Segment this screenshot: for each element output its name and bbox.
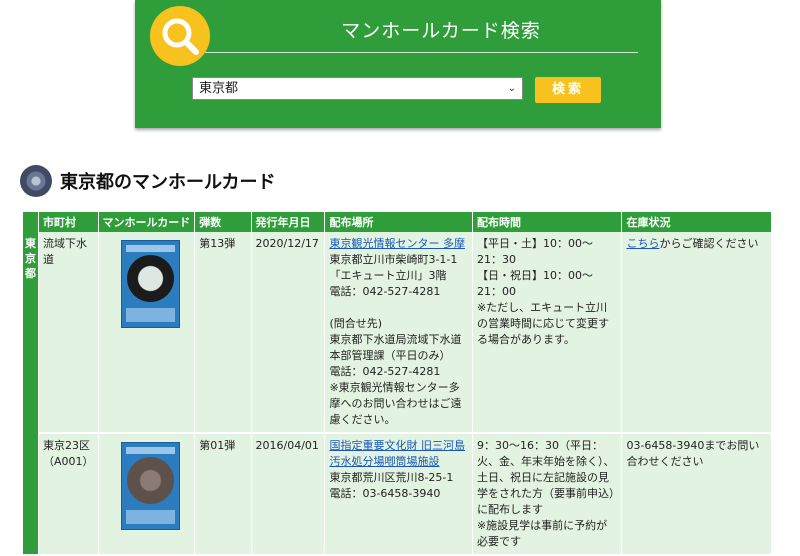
card-image[interactable] — [120, 240, 180, 328]
table-row: 東京23区 （A001） 第01弾 2016/04/01 国指定重要文化財 旧三… — [23, 433, 772, 556]
col-header-stock: 在庫状況 — [621, 212, 772, 232]
place-address: 東京都立川市柴崎町3-1-1 — [329, 253, 458, 266]
contact-label: (問合せ先) — [329, 317, 383, 330]
table-header-row: 市町村 マンホールカード 弾数 発行年月日 配布場所 配布時間 在庫状況 — [23, 212, 772, 232]
divider — [205, 52, 638, 53]
prefecture-cell: 東京都 — [23, 232, 39, 556]
stock-text: からご確認ください — [659, 237, 759, 250]
search-panel: マンホールカード検索 東京都 ⌄ 検索 — [135, 0, 661, 128]
card-image[interactable] — [120, 442, 180, 530]
manhole-card-table: 市町村 マンホールカード 弾数 発行年月日 配布場所 配布時間 在庫状況 東京都… — [23, 212, 772, 556]
issue-cell: 第01弾 — [194, 433, 252, 556]
chevron-down-icon: ⌄ — [507, 83, 516, 94]
contact-phone: 電話：042-527-4281 — [329, 365, 441, 378]
time-cell: 【平日・土】10：00～21：30 【日・祝日】10：00～21：00 ※ただし… — [472, 232, 623, 434]
col-header-card: マンホールカード — [98, 212, 196, 232]
place-building: 「エキュート立川」3階 — [329, 269, 447, 282]
place-address: 東京都荒川区荒川8-25-1 — [329, 471, 454, 484]
contact-dept: 東京都下水道局流域下水道本部管理課（平日のみ） — [329, 333, 462, 362]
col-header-time: 配布時間 — [472, 212, 623, 232]
stock-cell: こちらからご確認ください — [621, 232, 772, 434]
manhole-icon — [20, 165, 52, 197]
magnifier-icon — [150, 6, 210, 66]
stock-link[interactable]: こちら — [626, 237, 659, 250]
col-header-city: 市町村 — [38, 212, 99, 232]
place-phone: 電話：042-527-4281 — [329, 285, 441, 298]
card-cell — [98, 232, 196, 434]
place-phone: 電話：03-6458-3940 — [329, 487, 441, 500]
place-link[interactable]: 東京観光情報センター 多摩 — [329, 237, 465, 250]
prefecture-select-value: 東京都 — [199, 81, 239, 96]
contact-note: ※東京観光情報センター多摩へのお問い合わせはご遠慮ください。 — [329, 381, 462, 426]
place-cell: 東京観光情報センター 多摩 東京都立川市柴崎町3-1-1 「エキュート立川」3階… — [324, 232, 473, 434]
time-cell: 9：30～16：30（平日：火、金、年末年始を除く）、土日、祝日に左記施設の見学… — [472, 433, 623, 556]
search-button[interactable]: 検索 — [535, 77, 601, 103]
prefecture-select[interactable]: 東京都 ⌄ — [192, 77, 523, 100]
stock-cell: 03-6458-3940までお問い合わせください — [621, 433, 772, 556]
stock-text: 03-6458-3940までお問い合わせください — [626, 439, 760, 468]
city-cell: 東京23区 （A001） — [38, 433, 99, 556]
search-title: マンホールカード検索 — [341, 20, 541, 42]
card-cell — [98, 433, 196, 556]
place-cell: 国指定重要文化財 旧三河島汚水処分場喞筒場施設 東京都荒川区荒川8-25-1 電… — [324, 433, 473, 556]
place-link[interactable]: 国指定重要文化財 旧三河島汚水処分場喞筒場施設 — [329, 439, 465, 468]
col-header-place: 配布場所 — [324, 212, 473, 232]
prefecture-label: 東京都 — [25, 237, 36, 280]
col-header-pref — [23, 212, 39, 232]
col-header-issue: 弾数 — [194, 212, 252, 232]
date-cell: 2020/12/17 — [251, 232, 326, 434]
section-title: 東京都のマンホールカード — [60, 172, 276, 193]
issue-cell: 第13弾 — [194, 232, 252, 434]
col-header-date: 発行年月日 — [251, 212, 326, 232]
section-header: 東京都のマンホールカード — [20, 165, 275, 197]
table-row: 東京都 流域下水道 第13弾 2020/12/17 東京観光情報センター 多摩 … — [23, 232, 772, 556]
city-cell: 流域下水道 — [38, 232, 99, 434]
date-cell: 2016/04/01 — [251, 433, 326, 556]
